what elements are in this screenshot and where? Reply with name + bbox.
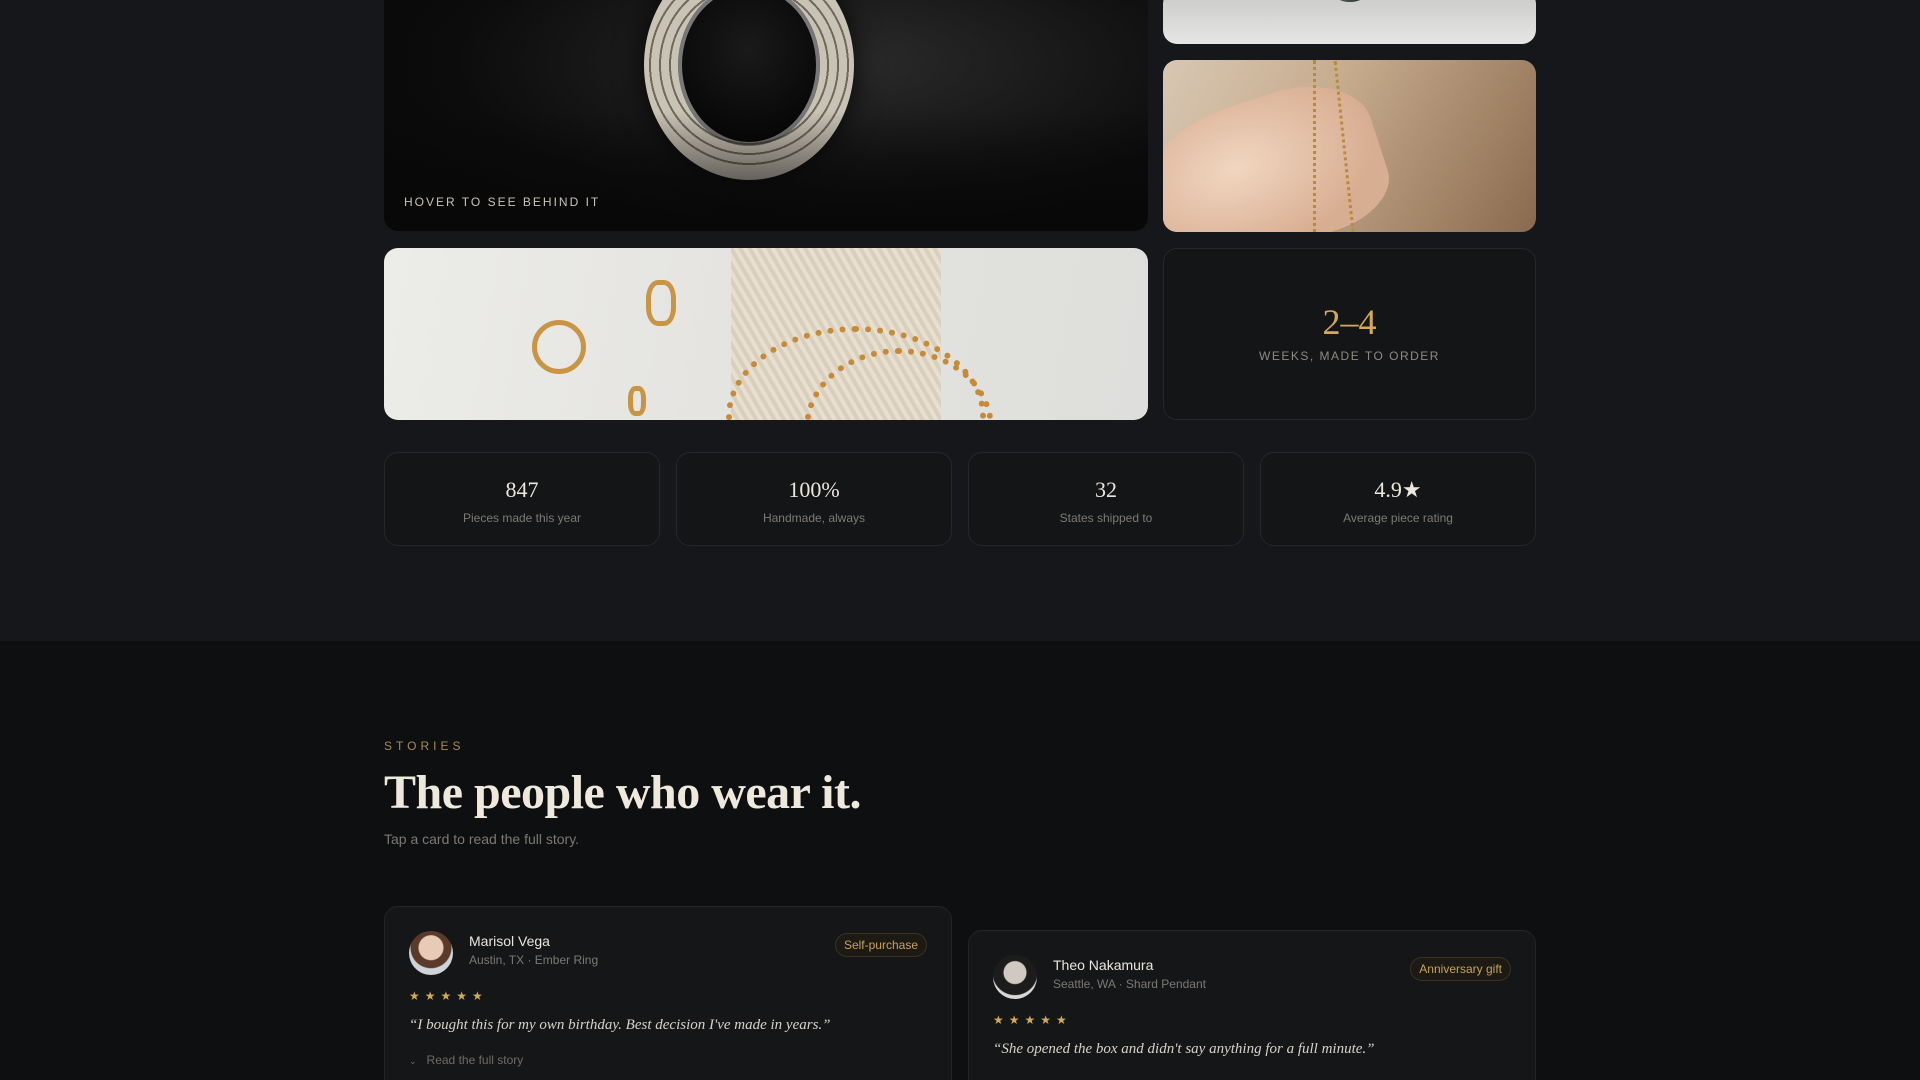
hover-caption: HOVER TO SEE BEHIND IT [404,195,601,209]
ring-image [646,280,676,326]
stat-value: 32 [1095,477,1117,502]
testimonial-quote: “She opened the box and didn't say anyth… [993,1041,1375,1057]
occasion-tag: Self-purchase [834,933,927,957]
occasion-tag: Anniversary gift [1410,957,1511,981]
stat-value: 4.9★ [1374,477,1422,502]
stories-subtitle: Tap a card to read the full story. [384,831,580,847]
ring-image [628,386,646,416]
testimonial-card[interactable]: Marisol Vega Austin, TX · Ember Ring Sel… [384,906,952,1080]
person-name: Marisol Vega [469,933,550,949]
read-more-label: Read the full story [426,1053,524,1067]
person-meta: Austin, TX · Ember Ring [469,953,599,967]
stat-card: 4.9★ Average piece rating [1260,452,1536,546]
star-rating: ★★★★★ [409,989,488,1003]
ring-image [532,320,586,374]
jewelry-flatlay-photo-tile[interactable] [384,248,1148,420]
stat-label: States shipped to [1059,511,1153,525]
stories-section [0,641,1920,1080]
stat-card: 100% Handmade, always [676,452,952,546]
chain-in-hand-photo-tile[interactable] [1163,60,1536,232]
stat-card: 32 States shipped to [968,452,1244,546]
stat-value: 100% [788,477,840,502]
stat-card: 847 Pieces made this year [384,452,660,546]
pearl-image [1333,0,1367,2]
read-full-story-link[interactable]: ⌄ Read the full story [409,1053,523,1067]
gallery-section: HOVER TO SEE BEHIND IT 2–4 WEEKS, MADE T… [0,0,1920,641]
lead-time-value: 2–4 [1322,302,1377,342]
person-name: Theo Nakamura [1053,957,1154,973]
hand-image [1163,66,1401,232]
lead-time-label: WEEKS, MADE TO ORDER [1259,349,1440,363]
testimonial-card[interactable]: Theo Nakamura Seattle, WA · Shard Pendan… [968,930,1536,1080]
avatar [409,931,453,975]
star-rating: ★★★★★ [993,1013,1072,1027]
stories-title: The people who wear it. [384,766,861,819]
chevron-down-icon: ⌄ [409,1056,417,1066]
avatar [993,955,1037,999]
stat-label: Handmade, always [762,511,866,525]
pearl-photo-tile[interactable] [1163,0,1536,44]
person-meta: Seattle, WA · Shard Pendant [1053,977,1206,991]
stat-label: Average piece rating [1343,511,1453,525]
testimonial-quote: “I bought this for my own birthday. Best… [409,1017,831,1033]
stat-value: 847 [505,477,539,502]
ring-photo-tile[interactable]: HOVER TO SEE BEHIND IT [384,0,1148,231]
stat-label: Pieces made this year [462,511,582,525]
stories-eyebrow: STORIES [384,739,465,753]
lead-time-card: 2–4 WEEKS, MADE TO ORDER [1163,248,1536,420]
